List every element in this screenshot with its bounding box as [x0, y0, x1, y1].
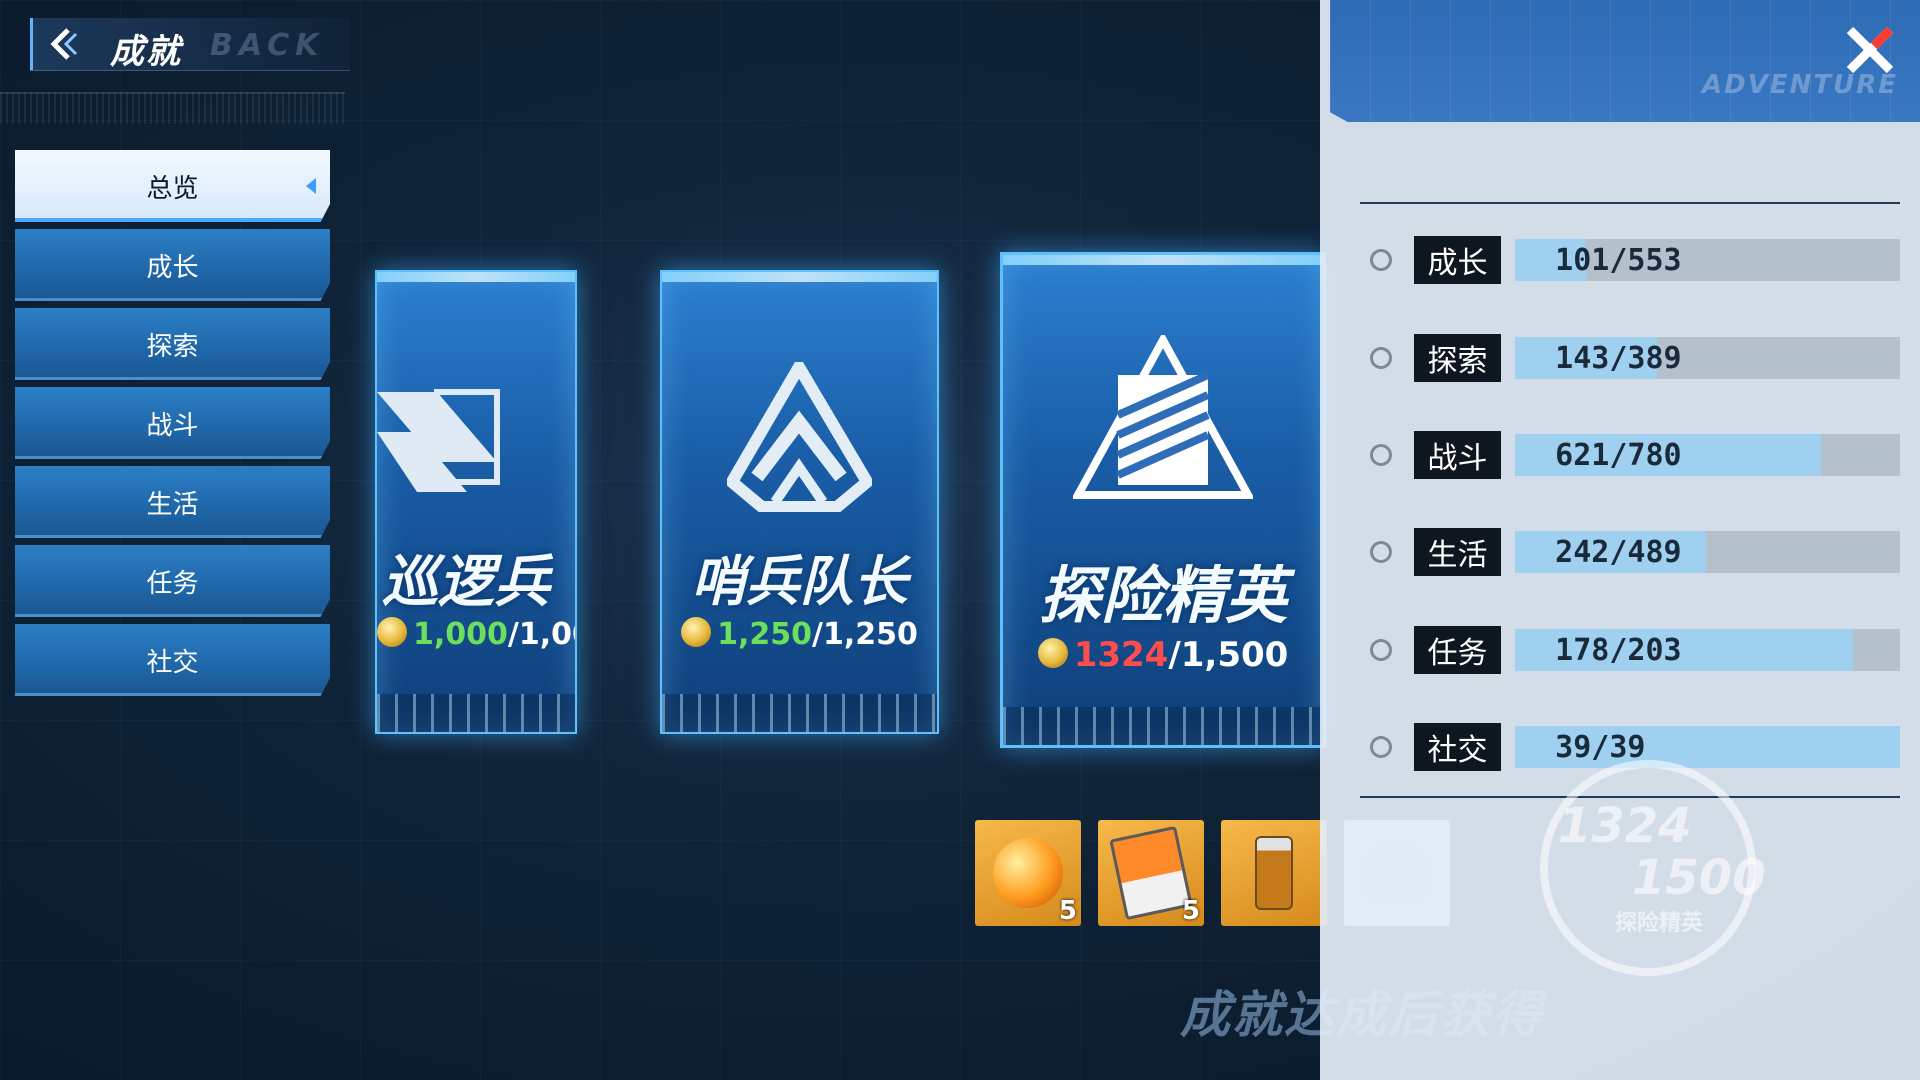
- progress-value: 178/203: [1555, 633, 1682, 668]
- sentinel-emblem-icon: [727, 362, 872, 512]
- sidebar-item-social[interactable]: 社交: [15, 624, 330, 696]
- orb-icon: [993, 838, 1063, 908]
- category-label: 探索: [1413, 334, 1502, 382]
- progress-value: 242/489: [1555, 535, 1682, 570]
- card-name: 哨兵队长: [691, 550, 908, 613]
- back-button[interactable]: [30, 18, 95, 70]
- progress-value: 143/389: [1555, 341, 1682, 376]
- card-progress-current: 1324: [1073, 635, 1169, 675]
- sidebar-item-label: 战斗: [146, 410, 199, 441]
- card-name: 探险精英: [1038, 559, 1287, 632]
- page-header: 成就 BACK: [30, 18, 350, 72]
- card-footer-deco: [662, 694, 937, 732]
- stamp-total: 1500: [1632, 850, 1766, 906]
- radio-icon: [1370, 444, 1392, 466]
- progress-bar: 39/39: [1515, 726, 1900, 768]
- category-label: 战斗: [1413, 431, 1502, 479]
- radio-icon: [1370, 639, 1392, 661]
- coin-icon: [377, 616, 407, 647]
- card-footer-deco: [1003, 707, 1323, 745]
- radio-icon: [1370, 347, 1392, 369]
- back-arrow-icon: [50, 28, 78, 60]
- category-stat-quest[interactable]: 任务 178/203: [1370, 626, 1900, 674]
- card-progress: 1324/1,500: [1003, 635, 1323, 675]
- card-name: 巡逻兵: [382, 550, 550, 615]
- radio-icon: [1370, 541, 1392, 563]
- category-label: 社交: [1413, 723, 1502, 771]
- stamp-current: 1324: [1558, 798, 1692, 854]
- progress-bar: 242/489: [1515, 531, 1900, 573]
- card-progress-current: 1,000: [413, 617, 508, 652]
- progress-bar: 178/203: [1515, 629, 1900, 671]
- radio-icon: [1370, 249, 1392, 271]
- stats-panel: ADVENTURE 成长 101/553 探索 143/389 战斗 621/7…: [1320, 0, 1920, 1080]
- coin-icon: [681, 616, 712, 647]
- header-decoration: [0, 92, 345, 124]
- category-label: 成长: [1413, 236, 1502, 284]
- achievement-card-explorer-elite[interactable]: 探险精英 1324/1,500: [1000, 252, 1326, 748]
- category-label: 生活: [1413, 528, 1502, 576]
- progress-bar: 621/780: [1515, 434, 1900, 476]
- explorer-emblem-icon: [1073, 335, 1253, 499]
- close-icon[interactable]: [1840, 20, 1900, 80]
- achievement-card-sentinel[interactable]: 哨兵队长 1,250/1,250: [660, 270, 939, 734]
- panel-header: ADVENTURE: [1330, 0, 1920, 122]
- sidebar-item-overview[interactable]: 总览: [15, 150, 330, 222]
- card-progress-total: /1,500: [1168, 635, 1289, 675]
- progress-value: 621/780: [1555, 438, 1682, 473]
- card-footer-deco: [377, 694, 575, 732]
- patrol-emblem-icon: [377, 389, 500, 492]
- sidebar-item-quest[interactable]: 任务: [15, 545, 330, 617]
- sidebar-item-label: 探索: [146, 331, 199, 362]
- reward-item[interactable]: [1221, 820, 1327, 926]
- sidebar-item-growth[interactable]: 成长: [15, 229, 330, 301]
- radio-icon: [1370, 736, 1392, 758]
- card-progress-current: 1,250: [717, 617, 813, 652]
- category-stat-explore[interactable]: 探索 143/389: [1370, 334, 1900, 382]
- category-stat-growth[interactable]: 成长 101/553: [1370, 236, 1900, 284]
- achievement-card-patrol[interactable]: 巡逻兵 1,000/1,000: [375, 270, 577, 734]
- sidebar-item-label: 生活: [146, 489, 199, 520]
- reward-quantity: 5: [1058, 896, 1077, 926]
- progress-value: 39/39: [1555, 730, 1646, 765]
- sidebar-item-label: 总览: [146, 173, 199, 204]
- page-title: 成就: [110, 32, 182, 72]
- panel-divider: [1360, 202, 1900, 204]
- reward-item[interactable]: 5: [975, 820, 1081, 926]
- header-back-watermark: BACK: [210, 28, 325, 63]
- book-icon: [1109, 825, 1193, 921]
- reward-item[interactable]: 5: [1098, 820, 1204, 926]
- card-progress: 1,000/1,000: [377, 616, 575, 652]
- header-lines: [1330, 0, 1920, 122]
- sidebar-item-label: 成长: [146, 252, 199, 283]
- sidebar-item-label: 社交: [146, 647, 199, 678]
- progress-bar: 101/553: [1515, 239, 1900, 281]
- category-label: 任务: [1413, 626, 1502, 674]
- card-progress: 1,250/1,250: [662, 616, 937, 652]
- coin-icon: [1037, 637, 1068, 668]
- stamp-name: 探险精英: [1615, 911, 1704, 936]
- sidebar-item-explore[interactable]: 探索: [15, 308, 330, 380]
- progress-bar: 143/389: [1515, 337, 1900, 379]
- selected-indicator-icon: [306, 178, 316, 194]
- category-stat-life[interactable]: 生活 242/489: [1370, 528, 1900, 576]
- sidebar-item-combat[interactable]: 战斗: [15, 387, 330, 459]
- bottle-icon: [1255, 836, 1293, 910]
- card-progress-total: /1,000: [507, 617, 575, 652]
- sidebar-item-life[interactable]: 生活: [15, 466, 330, 538]
- category-stat-combat[interactable]: 战斗 621/780: [1370, 431, 1900, 479]
- category-sidebar: 总览 成长 探索 战斗 生活 任务 社交: [15, 150, 330, 703]
- reward-quantity: 5: [1181, 896, 1200, 926]
- card-progress-total: /1,250: [812, 617, 918, 652]
- sidebar-item-label: 任务: [146, 568, 199, 599]
- progress-value: 101/553: [1555, 243, 1682, 278]
